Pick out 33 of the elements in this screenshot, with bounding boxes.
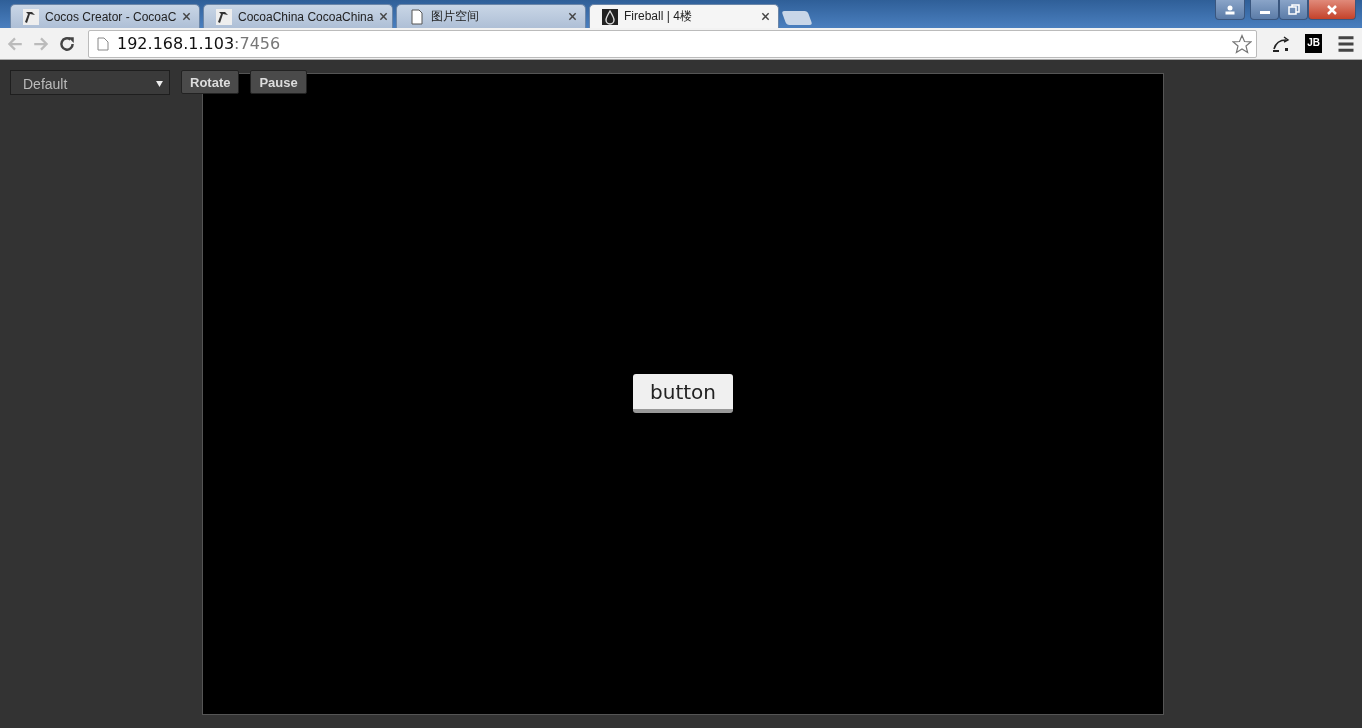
tab-title: Fireball | 4楼 bbox=[624, 8, 693, 25]
close-icon[interactable] bbox=[182, 12, 192, 21]
extension-logo[interactable]: JB bbox=[1305, 34, 1322, 53]
browser-tab[interactable]: 图片空间 bbox=[396, 4, 586, 28]
browser-tab[interactable]: Cocos Creator - CocoaC bbox=[10, 4, 200, 28]
game-button[interactable]: button bbox=[633, 374, 733, 413]
caret-icon bbox=[156, 80, 163, 87]
toolbar-button[interactable]: Rotate bbox=[181, 70, 240, 94]
page-icon bbox=[409, 8, 425, 25]
hammer-icon bbox=[216, 8, 232, 25]
address-bar[interactable]: 192.168.1.103:7456 bbox=[88, 29, 1258, 58]
browser-tab[interactable]: CocoaChina CocoaChina bbox=[203, 4, 393, 28]
browser-tab[interactable]: Fireball | 4楼 bbox=[589, 4, 779, 28]
toolbar-button[interactable]: Pause bbox=[250, 70, 307, 94]
user-icon[interactable] bbox=[1215, 0, 1245, 20]
close-icon[interactable] bbox=[568, 12, 577, 21]
hammer-icon bbox=[23, 8, 39, 25]
minimize-icon[interactable] bbox=[1250, 0, 1279, 20]
close-icon[interactable] bbox=[379, 12, 389, 21]
tab-title: CocoaChina CocoaChina bbox=[238, 9, 374, 24]
menu-icon[interactable] bbox=[1336, 33, 1356, 54]
tab-title: Cocos Creator - CocoaC bbox=[45, 9, 177, 24]
restore-icon[interactable] bbox=[1279, 0, 1308, 20]
tab-title: 图片空间 bbox=[431, 8, 480, 25]
reload-icon[interactable] bbox=[58, 34, 76, 53]
drop-icon bbox=[602, 8, 618, 25]
url-text: 192.168.1.103:7456 bbox=[117, 34, 281, 53]
page-icon bbox=[97, 36, 109, 51]
close-icon[interactable] bbox=[761, 12, 770, 21]
star-icon[interactable] bbox=[1232, 33, 1253, 54]
new-tab-button[interactable] bbox=[781, 11, 813, 25]
mode-dropdown[interactable]: Default bbox=[10, 70, 170, 95]
close-icon[interactable] bbox=[1308, 0, 1356, 20]
